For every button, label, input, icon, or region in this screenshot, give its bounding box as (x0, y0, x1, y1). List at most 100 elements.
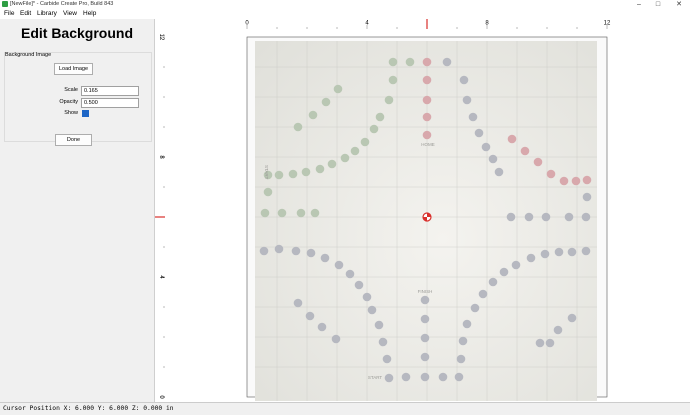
peg-hole (462, 95, 472, 105)
panel-title: Edit Background (20, 25, 133, 41)
peg-hole (274, 170, 284, 180)
opacity-input[interactable]: 0.500 (81, 98, 139, 108)
peg-hole (345, 269, 355, 279)
menu-edit[interactable]: Edit (20, 9, 31, 19)
peg-hole (468, 112, 478, 122)
peg-hole (494, 167, 504, 177)
peg-hole (564, 212, 574, 222)
menu-library[interactable]: Library (37, 9, 57, 19)
peg-hole (488, 277, 498, 287)
peg-hole (263, 187, 273, 197)
peg-hole (456, 354, 466, 364)
peg-hole (388, 57, 398, 67)
peg-hole (308, 110, 318, 120)
peg-hole (375, 112, 385, 122)
peg-hole (567, 247, 577, 257)
peg-hole (481, 142, 491, 152)
peg-hole (340, 153, 350, 163)
peg-hole (331, 334, 341, 344)
peg-hole (315, 164, 325, 174)
peg-hole (571, 176, 581, 186)
peg-hole (291, 246, 301, 256)
peg-hole (405, 57, 415, 67)
peg-hole (420, 314, 430, 324)
opacity-label: Opacity (59, 99, 78, 105)
peg-hole (533, 157, 543, 167)
peg-hole (488, 154, 498, 164)
show-checkbox[interactable] (82, 110, 89, 117)
peg-hole (388, 75, 398, 85)
menu-view[interactable]: View (63, 9, 77, 19)
peg-hole (420, 295, 430, 305)
ruler-x-label: 4 (365, 21, 369, 27)
peg-hole (520, 146, 530, 156)
board-label: HOME (421, 142, 435, 147)
peg-hole (420, 372, 430, 382)
canvas-svg: HOME FINISH START START (246, 36, 608, 401)
minimize-icon[interactable]: – (632, 0, 646, 9)
maximize-icon[interactable]: □ (651, 0, 665, 9)
menu-bar: File Edit Library View Help (0, 9, 690, 19)
peg-hole (470, 303, 480, 313)
peg-hole (293, 298, 303, 308)
peg-hole (362, 292, 372, 302)
app-icon (2, 1, 8, 7)
peg-hole (546, 169, 556, 179)
peg-hole (321, 97, 331, 107)
peg-hole (420, 352, 430, 362)
board-label: FINISH (418, 289, 433, 294)
peg-hole (306, 248, 316, 258)
peg-hole (442, 57, 452, 67)
peg-hole (454, 372, 464, 382)
status-bar: Cursor Position X: 6.000 Y: 6.000 Z: 0.0… (0, 402, 690, 415)
peg-hole (378, 337, 388, 347)
ruler-x-label: 0 (245, 21, 249, 27)
design-canvas[interactable]: HOME FINISH START START (165, 29, 690, 402)
peg-hole (478, 289, 488, 299)
peg-hole (582, 175, 592, 185)
group-label: Background Image (5, 52, 52, 58)
peg-hole (524, 212, 534, 222)
peg-hole (260, 208, 270, 218)
peg-hole (462, 319, 472, 329)
show-label: Show (64, 110, 78, 116)
peg-hole (288, 169, 298, 179)
peg-hole (305, 311, 315, 321)
peg-hole (333, 84, 343, 94)
peg-hole (545, 338, 555, 348)
peg-hole (310, 208, 320, 218)
peg-hole (499, 267, 509, 277)
scale-input[interactable]: 0.165 (81, 86, 139, 96)
origin-marker[interactable] (422, 212, 432, 222)
cursor-position: Cursor Position X: 6.000 Y: 6.000 Z: 0.0… (3, 405, 174, 412)
peg-hole (422, 130, 432, 140)
peg-hole (567, 313, 577, 323)
peg-hole (506, 212, 516, 222)
peg-hole (541, 212, 551, 222)
peg-hole (382, 354, 392, 364)
peg-hole (274, 244, 284, 254)
peg-hole (334, 260, 344, 270)
peg-hole (420, 333, 430, 343)
done-button[interactable]: Done (55, 134, 92, 146)
peg-hole (259, 246, 269, 256)
peg-hole (301, 167, 311, 177)
board-label: START (264, 165, 269, 180)
peg-hole (581, 246, 591, 256)
ruler-y-label: 4 (158, 275, 164, 279)
peg-hole (401, 372, 411, 382)
peg-hole (422, 75, 432, 85)
peg-hole (293, 122, 303, 132)
load-image-button[interactable]: Load Image (54, 63, 93, 75)
peg-hole (438, 372, 448, 382)
peg-hole (296, 208, 306, 218)
peg-hole (507, 134, 517, 144)
close-icon[interactable]: ✕ (672, 0, 686, 9)
peg-hole (535, 338, 545, 348)
peg-hole (360, 137, 370, 147)
menu-file[interactable]: File (4, 9, 14, 19)
peg-hole (384, 373, 394, 383)
peg-hole (422, 95, 432, 105)
menu-help[interactable]: Help (83, 9, 96, 19)
edit-background-panel: Edit Background Background Image Load Im… (0, 19, 155, 402)
